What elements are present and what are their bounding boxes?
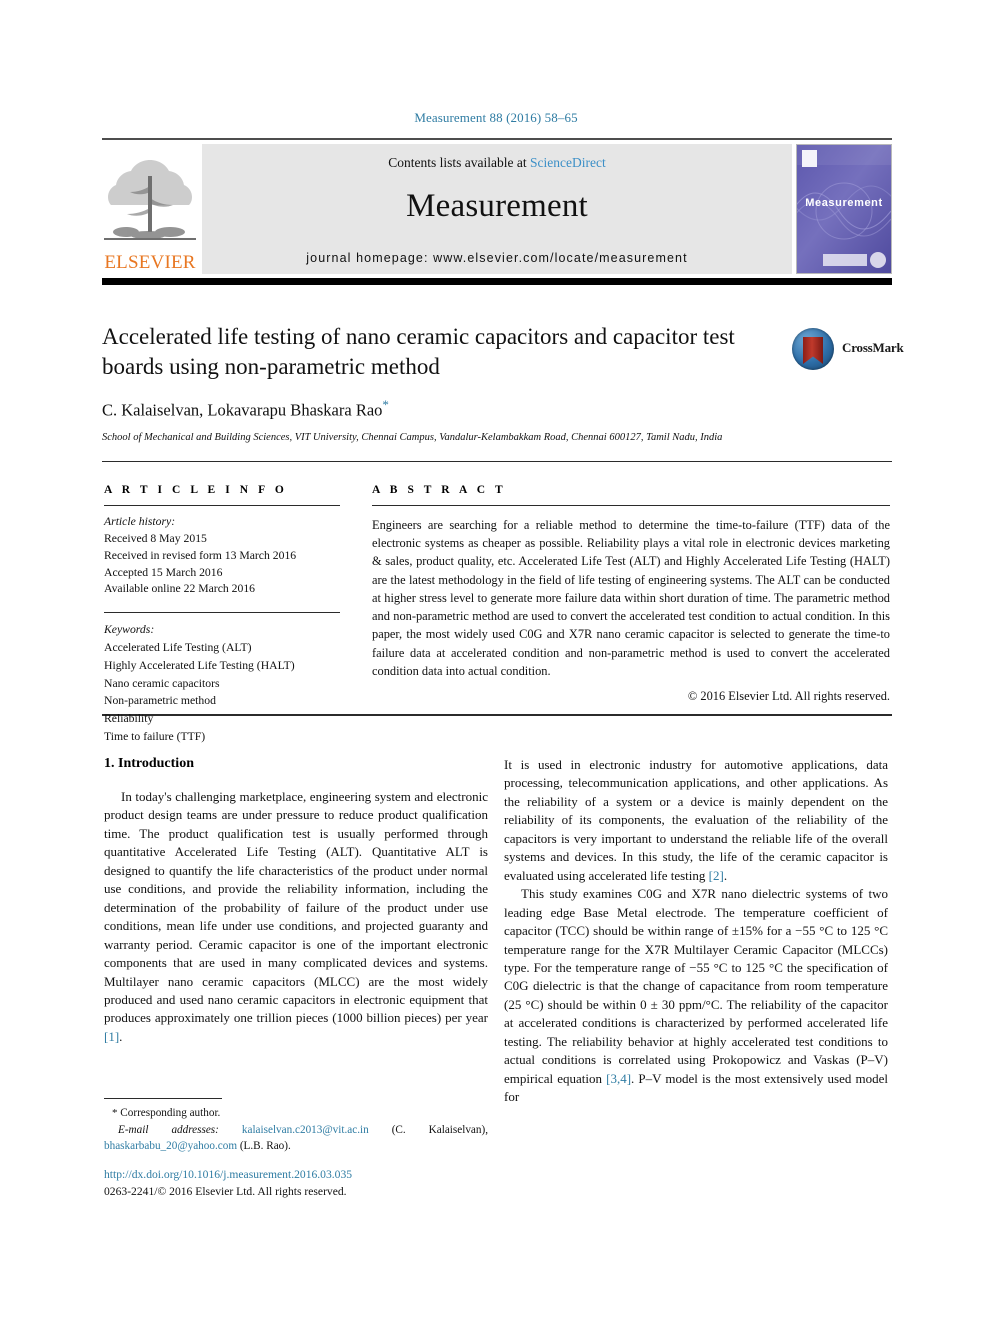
journal-band: Contents lists available at ScienceDirec… — [202, 144, 792, 274]
keyword-item: Non-parametric method — [104, 694, 216, 708]
body-column-right: It is used in electronic industry for au… — [504, 756, 888, 1107]
paragraph: In today's challenging marketplace, engi… — [104, 788, 488, 1046]
keyword-item: Highly Accelerated Life Testing (HALT) — [104, 658, 295, 672]
email-addresses-note: E-mail addresses: kalaiselvan.c2013@vit.… — [104, 1122, 488, 1154]
keyword-item: Reliability — [104, 712, 154, 726]
paragraph-tail: . — [723, 867, 728, 883]
article-history-label: Article history: — [104, 515, 176, 528]
email-link-1[interactable]: kalaiselvan.c2013@vit.ac.in — [242, 1124, 369, 1136]
journal-cover-thumbnail[interactable]: Measurement — [796, 144, 892, 274]
abstract-copyright: © 2016 Elsevier Ltd. All rights reserved… — [687, 689, 890, 704]
crossmark-label: CrossMark — [842, 340, 904, 355]
title-block: Accelerated life testing of nano ceramic… — [102, 322, 904, 443]
author-list: C. Kalaiselvan, Lokavarapu Bhaskara Rao* — [102, 397, 892, 421]
article-info-rule — [104, 505, 340, 506]
email-owner-1: (C. Kalaiselvan), — [391, 1123, 489, 1136]
cover-fineprint — [823, 254, 867, 266]
paragraph: It is used in electronic industry for au… — [504, 756, 888, 885]
page-title: Accelerated life testing of nano ceramic… — [102, 324, 735, 379]
paragraph-tail: . — [119, 1028, 123, 1044]
citation-ref[interactable]: [3,4] — [606, 1071, 631, 1086]
article-info-column: A R T I C L E I N F O Article history: R… — [104, 484, 340, 746]
elsevier-logo: ELSEVIER — [102, 144, 198, 274]
article-info-heading: A R T I C L E I N F O — [104, 484, 288, 496]
email-link-2[interactable]: bhaskarbabu_20@yahoo.com — [104, 1140, 237, 1152]
keywords-rule — [104, 612, 340, 614]
issn-copyright-line: 0263-2241/© 2016 Elsevier Ltd. All right… — [104, 1185, 347, 1199]
paragraph-text: It is used in electronic industry for au… — [504, 757, 888, 883]
contents-prefix: Contents lists available at — [388, 155, 530, 170]
abstract-rule — [372, 505, 890, 506]
crossmark-bookmark-icon — [803, 337, 823, 364]
article-history: Article history: Received 8 May 2015 Rec… — [104, 514, 340, 598]
keyword-item: Time to failure (TTF) — [104, 729, 206, 743]
keyword-item: Nano ceramic capacitors — [104, 676, 220, 690]
footnote-block: * Corresponding author. E-mail addresses… — [104, 1098, 488, 1154]
history-item: Available online 22 March 2016 — [104, 582, 256, 596]
keyword-item: Accelerated Life Testing (ALT) — [104, 641, 252, 654]
doi-block: http://dx.doi.org/10.1016/j.measurement.… — [104, 1166, 524, 1201]
abstract-panel-top-rule — [102, 461, 892, 462]
email-owner-2: (L.B. Rao). — [239, 1140, 291, 1153]
abstract-heading: A B S T R A C T — [372, 484, 507, 496]
running-head: Measurement 88 (2016) 58–65 — [414, 110, 578, 125]
cover-badge-icon — [870, 252, 886, 268]
history-item: Received in revised form 13 March 2016 — [104, 548, 297, 562]
footnote-star-marker: * — [112, 1107, 118, 1119]
corresponding-author-note: * Corresponding author. — [104, 1105, 488, 1122]
paragraph-text: In today's challenging marketplace, engi… — [104, 789, 488, 1026]
contents-line: Contents lists available at ScienceDirec… — [202, 144, 792, 171]
citation-ref[interactable]: [2] — [709, 868, 724, 883]
sciencedirect-link[interactable]: ScienceDirect — [530, 155, 606, 170]
section-heading-introduction: 1. Introduction — [104, 756, 194, 771]
corresponding-author-text: Corresponding author. — [120, 1107, 221, 1119]
email-label: E-mail addresses: — [118, 1123, 219, 1136]
affiliation: School of Mechanical and Building Scienc… — [102, 431, 723, 443]
journal-title: Measurement — [406, 188, 588, 224]
footnote-rule — [104, 1098, 222, 1099]
masthead-divider — [102, 278, 892, 285]
cover-publisher-logo-icon — [802, 150, 817, 167]
history-item: Received 8 May 2015 — [104, 531, 207, 545]
elsevier-wordmark: ELSEVIER — [104, 252, 196, 273]
paragraph: This study examines C0G and X7R nano die… — [504, 885, 888, 1106]
doi-link[interactable]: http://dx.doi.org/10.1016/j.measurement.… — [104, 1168, 352, 1181]
paper-page: Measurement 88 (2016) 58–65 ELSEVIER Con… — [0, 0, 992, 1323]
citation-ref[interactable]: [1] — [104, 1029, 119, 1044]
journal-homepage[interactable]: journal homepage: www.elsevier.com/locat… — [202, 251, 792, 265]
abstract-text: Engineers are searching for a reliable m… — [372, 518, 890, 678]
paragraph-text: This study examines C0G and X7R nano die… — [504, 886, 888, 1086]
cover-title: Measurement — [805, 197, 883, 209]
author-names: C. Kalaiselvan, Lokavarapu Bhaskara Rao — [102, 400, 383, 420]
abstract-column: A B S T R A C T Engineers are searching … — [372, 484, 890, 704]
crossmark-circle-icon — [792, 328, 834, 370]
body-column-left: 1. Introduction In today's challenging m… — [104, 756, 488, 1046]
history-item: Accepted 15 March 2016 — [104, 565, 223, 579]
corresponding-author-marker: * — [382, 397, 389, 413]
keywords-label: Keywords: — [104, 623, 155, 637]
keywords-list: Keywords: Accelerated Life Testing (ALT)… — [104, 621, 340, 745]
journal-masthead: ELSEVIER Contents lists available at Sci… — [102, 138, 892, 274]
crossmark-logo[interactable]: CrossMark — [792, 326, 904, 372]
